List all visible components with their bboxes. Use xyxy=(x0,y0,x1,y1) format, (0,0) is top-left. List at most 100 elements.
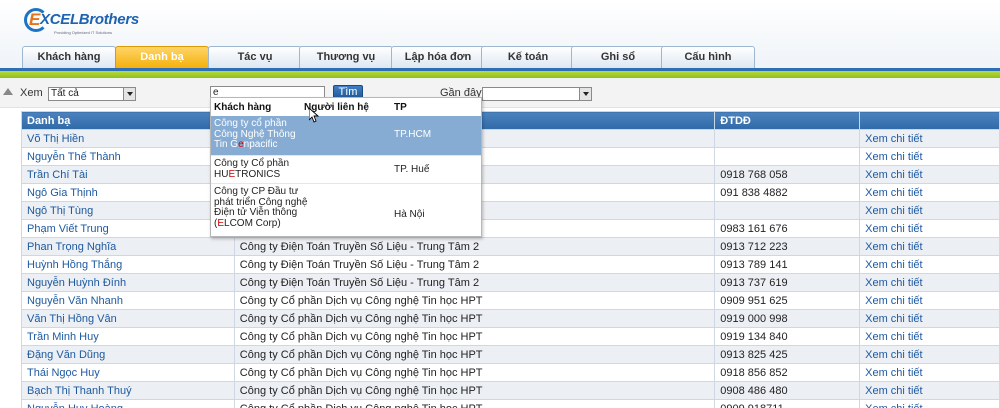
contact-name-link[interactable]: Huỳnh Hồng Thắng xyxy=(21,255,235,274)
view-detail-link[interactable]: Xem chi tiết xyxy=(859,399,1000,408)
contact-name-link[interactable]: Trần Minh Huy xyxy=(21,327,235,346)
ac-item[interactable]: Công ty CP Đầu tư phát triển Công nghệ Đ… xyxy=(211,184,481,236)
view-detail-link[interactable]: Xem chi tiết xyxy=(859,345,1000,364)
contact-mobile: 0913 789 141 xyxy=(714,255,861,274)
view-detail-link[interactable]: Xem chi tiết xyxy=(859,237,1000,256)
contact-mobile: 0918 856 852 xyxy=(714,363,861,382)
col-header-name: Danh bạ xyxy=(21,111,235,130)
contact-name-link[interactable]: Đặng Văn Dũng xyxy=(21,345,235,364)
contact-name-link[interactable]: Văn Thị Hồng Vân xyxy=(21,309,235,328)
ac-item[interactable]: Công ty Cổ phần HUETRONICS TP. Huế xyxy=(211,156,481,184)
table-row: Ngô Gia Thịnh 091 838 4882 Xem chi tiết xyxy=(21,183,1000,202)
chevron-down-icon xyxy=(123,88,135,100)
contact-name-link[interactable]: Nguyễn Huy Hoàng xyxy=(21,399,235,408)
contact-mobile xyxy=(714,147,861,166)
contact-mobile: 0983 161 676 xyxy=(714,219,861,238)
table-row: Trần Chí Tài 0918 768 058 Xem chi tiết xyxy=(21,165,1000,184)
tab-lap-hoa-don[interactable]: Lập hóa đơn xyxy=(391,46,485,68)
contact-name-link[interactable]: Phạm Viết Trung xyxy=(21,219,235,238)
contact-name-link[interactable]: Ngô Gia Thịnh xyxy=(21,183,235,202)
view-detail-link[interactable]: Xem chi tiết xyxy=(859,255,1000,274)
view-detail-link[interactable]: Xem chi tiết xyxy=(859,201,1000,220)
ac-item-city: Hà Nội xyxy=(394,209,425,220)
contact-company: Công ty Điện Toán Truyền Số Liệu - Trung… xyxy=(233,255,716,274)
contact-name-link[interactable]: Nguyễn Thế Thành xyxy=(21,147,235,166)
contacts-table: Danh bạ ĐTDĐ Võ Thị Hiền Xem chi tiết Nguy… xyxy=(21,111,1000,408)
chevron-down-icon xyxy=(579,88,591,100)
contact-company: Công ty Cổ phần Dịch vụ Công nghệ Tin họ… xyxy=(233,327,716,346)
contact-mobile: 0918 768 058 xyxy=(714,165,861,184)
contact-name-link[interactable]: Võ Thị Hiền xyxy=(21,129,235,148)
table-row: Văn Thị Hồng Vân Công ty Cổ phần Dịch vụ … xyxy=(21,309,1000,328)
collapse-triangle-icon[interactable] xyxy=(3,88,13,95)
view-detail-link[interactable]: Xem chi tiết xyxy=(859,291,1000,310)
table-row: Nguyễn Văn Nhanh Công ty Cổ phần Dịch vụ … xyxy=(21,291,1000,310)
view-detail-link[interactable]: Xem chi tiết xyxy=(859,363,1000,382)
app-header: E XCELBrothers Providing Optimized IT So… xyxy=(0,0,1000,70)
search-autocomplete: Khách hàng Người liên hệ TP Công ty cổ p… xyxy=(210,97,482,237)
contact-mobile: 0919 000 998 xyxy=(714,309,861,328)
contact-company: Công ty Điện Toán Truyền Số Liệu - Trung… xyxy=(233,237,716,256)
tab-danh-ba[interactable]: Danh bạ xyxy=(115,46,209,68)
view-detail-link[interactable]: Xem chi tiết xyxy=(859,147,1000,166)
view-detail-link[interactable]: Xem chi tiết xyxy=(859,183,1000,202)
ac-col-city: TP xyxy=(394,102,407,113)
view-select[interactable]: Tất cả xyxy=(48,87,136,101)
ac-company-line: HUETRONICS xyxy=(214,168,281,180)
tab-thuong-vu[interactable]: Thương vụ xyxy=(299,46,393,68)
view-detail-link[interactable]: Xem chi tiết xyxy=(859,381,1000,400)
view-detail-link[interactable]: Xem chi tiết xyxy=(859,309,1000,328)
view-detail-link[interactable]: Xem chi tiết xyxy=(859,327,1000,346)
contact-company: Công ty Cổ phần Dịch vụ Công nghệ Tin họ… xyxy=(233,363,716,382)
ac-col-customer: Khách hàng xyxy=(214,102,272,113)
view-label: Xem xyxy=(20,87,43,99)
logo-text: XCELBrothers xyxy=(40,11,139,28)
ac-company-line: (ELCOM Corp) xyxy=(214,217,281,229)
tab-tac-vu[interactable]: Tác vụ xyxy=(208,46,302,68)
ac-item[interactable]: Công ty cổ phần Công Nghệ Thông Tin Genp… xyxy=(211,116,481,156)
tab-cau-hinh[interactable]: Cấu hình xyxy=(661,46,755,68)
table-row: Đặng Văn Dũng Công ty Cổ phần Dịch vụ Côn… xyxy=(21,345,1000,364)
ac-item-company: Công ty Cổ phần HUETRONICS xyxy=(214,158,324,180)
contact-name-link[interactable]: Trần Chí Tài xyxy=(21,165,235,184)
table-row: Nguyễn Huy HoàngCông ty Cổ phần Dịch vụ … xyxy=(21,399,1000,408)
view-detail-link[interactable]: Xem chi tiết xyxy=(859,165,1000,184)
match-highlight: E xyxy=(228,168,236,180)
contact-mobile: 0913 825 425 xyxy=(714,345,861,364)
contact-mobile: 0919 134 840 xyxy=(714,327,861,346)
ac-company-line: Tin Genpacific xyxy=(214,139,278,150)
tab-khach-hang[interactable]: Khách hàng xyxy=(22,46,116,68)
match-highlight: E xyxy=(217,217,225,229)
contact-mobile xyxy=(714,201,861,220)
ac-item-city: TP.HCM xyxy=(394,129,432,140)
contact-name-link[interactable]: Nguyễn Văn Nhanh xyxy=(21,291,235,310)
contact-mobile: 0909 918711 xyxy=(714,399,861,408)
contact-name-link[interactable]: Bạch Thị Thanh Thuý xyxy=(21,381,235,400)
recent-select[interactable] xyxy=(482,87,592,101)
ac-company-line: Công ty CP Đầu tư xyxy=(214,186,299,197)
contact-name-link[interactable]: Phan Trọng Nghĩa xyxy=(21,237,235,256)
table-row: Phạm Viết Trung 0983 161 676 Xem chi tiết xyxy=(21,219,1000,238)
table-row: Phan Trọng Nghĩa Công ty Điện Toán Truyền… xyxy=(21,237,1000,256)
contact-name-link[interactable]: Ngô Thị Tùng xyxy=(21,201,235,220)
ac-item-company: Công ty cổ phần Công Nghệ Thông Tin Genp… xyxy=(214,118,324,151)
table-row: Huỳnh Hồng Thắng Công ty Điện Toán Truyền… xyxy=(21,255,1000,274)
contact-company: Công ty Cổ phần Dịch vụ Công nghệ Tin họ… xyxy=(233,291,716,310)
green-band xyxy=(0,71,1000,78)
ac-company-line: Công ty cổ phần xyxy=(214,118,287,129)
table-body: Võ Thị Hiền Xem chi tiết Nguyễn Thế Thành X… xyxy=(21,129,1000,408)
view-detail-link[interactable]: Xem chi tiết xyxy=(859,219,1000,238)
tab-ghi-so[interactable]: Ghi sổ xyxy=(571,46,665,68)
contact-company: Công ty Cổ phần Dịch vụ Công nghệ Tin họ… xyxy=(233,309,716,328)
view-detail-link[interactable]: Xem chi tiết xyxy=(859,129,1000,148)
ac-item-company: Công ty CP Đầu tư phát triển Công nghệ Đ… xyxy=(214,186,324,229)
contact-name-link[interactable]: Thái Ngọc Huy xyxy=(21,363,235,382)
contact-company: Công ty Điện Toán Truyền Số Liệu - Trung… xyxy=(233,273,716,292)
match-highlight: e xyxy=(238,139,244,150)
tab-ke-toan[interactable]: Kế toán xyxy=(481,46,575,68)
contact-name-link[interactable]: Nguyễn Huỳnh Đính xyxy=(21,273,235,292)
col-header-phone: ĐTDĐ xyxy=(714,111,861,130)
table-row: Võ Thị Hiền Xem chi tiết xyxy=(21,129,1000,148)
view-detail-link[interactable]: Xem chi tiết xyxy=(859,273,1000,292)
contact-company: Công ty Cổ phần Dịch vụ Công nghệ Tin họ… xyxy=(233,381,716,400)
